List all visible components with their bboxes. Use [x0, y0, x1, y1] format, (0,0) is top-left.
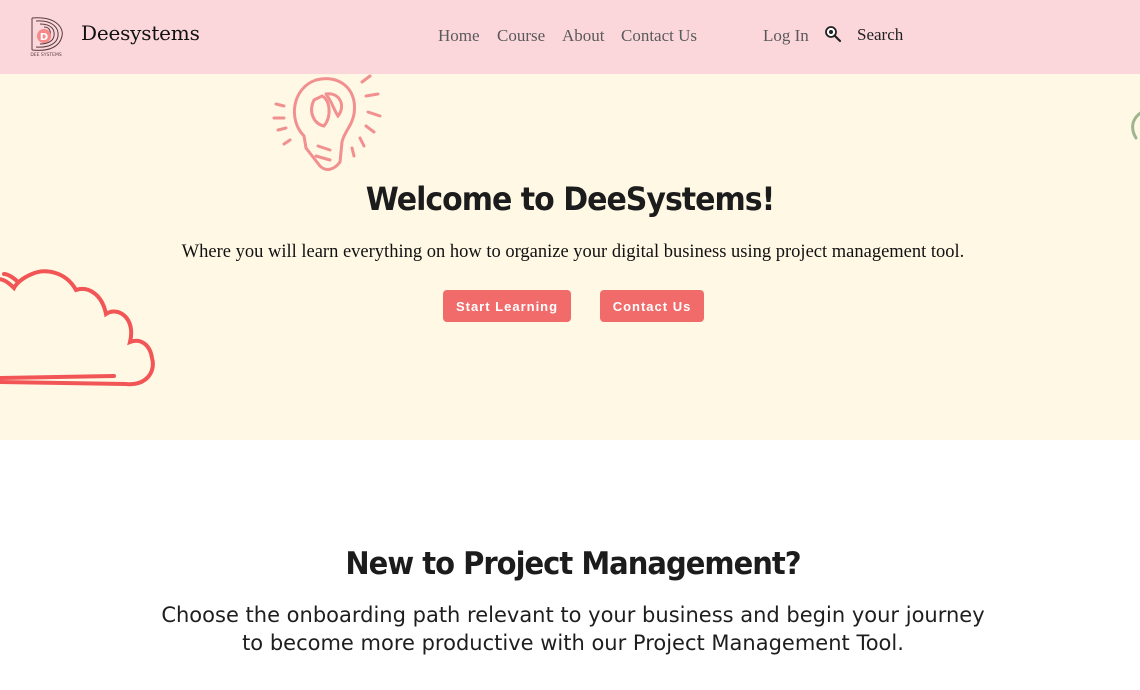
leaf-icon	[1131, 111, 1140, 140]
lightbulb-brain-icon	[272, 74, 382, 171]
hero-section: Welcome to DeeSystems! Where you will le…	[0, 74, 1140, 440]
site-header: D DEE SYSTEMS Deesystems Home Course Abo…	[0, 0, 1140, 74]
section-subtitle: Choose the onboarding path relevant to y…	[161, 603, 985, 655]
nav-course[interactable]: Course	[497, 26, 545, 46]
contact-us-button[interactable]: Contact Us	[600, 290, 704, 322]
nav-about[interactable]: About	[562, 26, 605, 46]
nav-contact-us[interactable]: Contact Us	[621, 26, 697, 46]
section-title: New to Project Management?	[345, 544, 801, 582]
nav-home[interactable]: Home	[438, 26, 480, 46]
logo-icon[interactable]: D DEE SYSTEMS	[26, 14, 66, 58]
search-icon[interactable]	[824, 25, 842, 43]
search-label[interactable]: Search	[857, 25, 903, 45]
start-learning-button[interactable]: Start Learning	[443, 290, 571, 322]
hero-subtitle: Where you will learn everything on how t…	[181, 242, 965, 262]
svg-text:DEE SYSTEMS: DEE SYSTEMS	[30, 52, 62, 58]
hero-title: Welcome to DeeSystems!	[365, 180, 776, 219]
cloud-icon	[0, 269, 155, 387]
brand-name[interactable]: Deesystems	[81, 21, 200, 45]
svg-text:D: D	[40, 32, 48, 43]
login-link[interactable]: Log In	[763, 26, 809, 46]
